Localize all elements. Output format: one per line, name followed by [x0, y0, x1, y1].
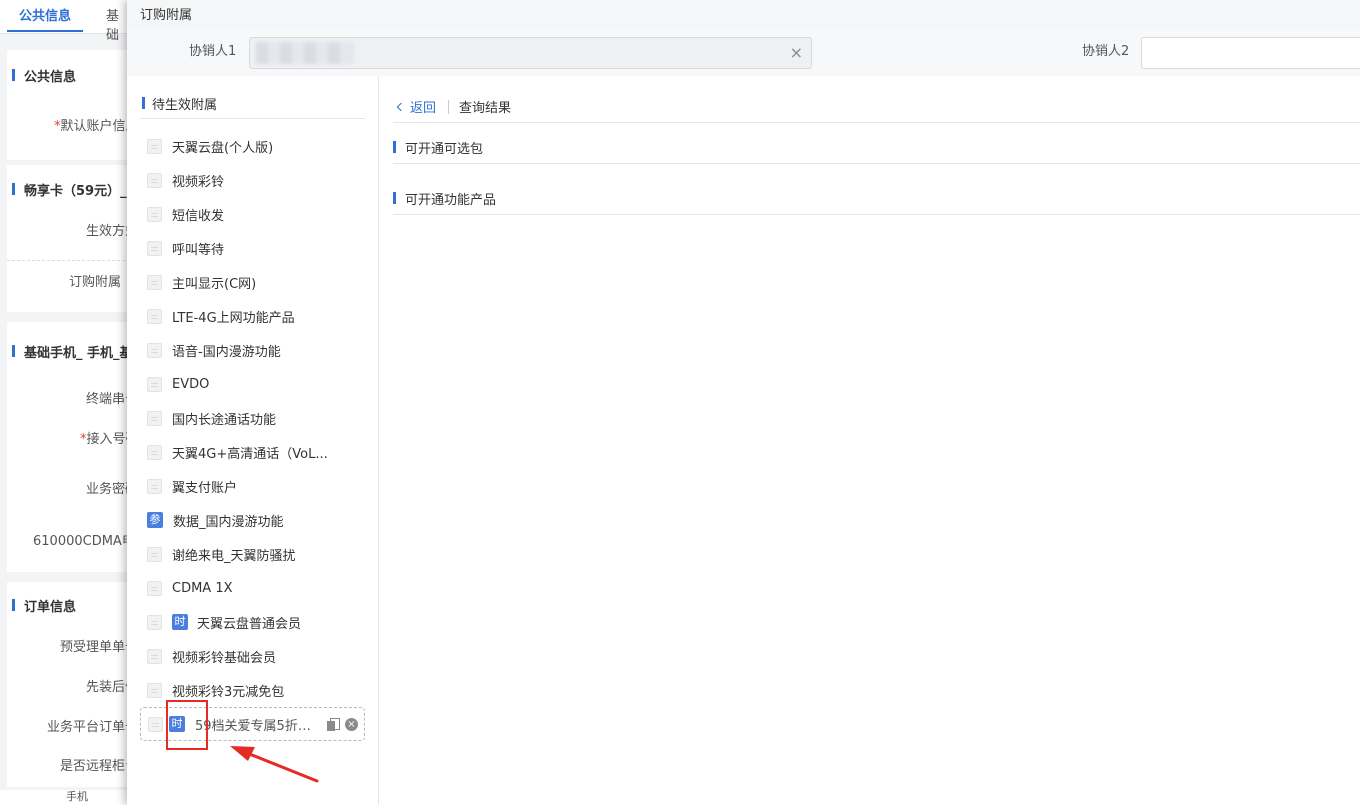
- bottom-bar: 手机: [0, 790, 130, 805]
- document-icon: [147, 614, 162, 630]
- background-tab-bar: 公共信息 基础: [0, 0, 130, 43]
- remove-icon[interactable]: ×: [345, 717, 358, 731]
- document-icon: [147, 172, 162, 188]
- query-results-panel: 返回 查询结果 可开通可选包 可开通功能产品: [380, 76, 1360, 805]
- document-icon: [147, 444, 162, 460]
- phone-title: 基础手机_ 手机_基: [12, 342, 133, 361]
- list-item[interactable]: 国内长途通话功能: [147, 406, 367, 430]
- document-icon: [147, 274, 162, 290]
- list-item[interactable]: EVDO: [147, 372, 367, 396]
- list-item[interactable]: 语音-国内漫游功能: [147, 338, 367, 362]
- pending-addon-title: 待生效附属: [141, 94, 217, 113]
- redacted-value: [256, 42, 353, 64]
- platform-order-label: 业务平台订单号: [47, 720, 139, 735]
- divider: [393, 122, 1360, 123]
- optional-package-section: 可开通可选包: [392, 138, 483, 157]
- divider: [393, 214, 1360, 215]
- document-icon: [147, 206, 162, 222]
- current-crumb: 查询结果: [459, 101, 512, 116]
- cosales-row: 协销人1 × 协销人2: [127, 28, 1360, 76]
- back-label: 返回: [410, 101, 437, 116]
- list-item[interactable]: 视频彩铃3元减免包: [147, 678, 367, 702]
- cosales2-label: 协销人2: [1082, 44, 1130, 59]
- list-item[interactable]: 参数据_国内漫游功能: [147, 508, 367, 532]
- breadcrumb: 返回 查询结果: [396, 97, 512, 116]
- document-icon: [147, 546, 162, 562]
- document-icon: [147, 648, 162, 664]
- order-addon-label: 订购附属: [69, 275, 122, 290]
- function-product-section: 可开通功能产品: [392, 189, 496, 208]
- dialog-header: 订购附属: [127, 0, 1360, 28]
- list-item[interactable]: LTE-4G上网功能产品: [147, 304, 367, 328]
- divider: [393, 163, 1360, 164]
- list-item[interactable]: 天翼云盘(个人版): [147, 134, 367, 158]
- cdma-product-label: 610000CDMA电: [33, 534, 135, 549]
- list-item[interactable]: 时天翼云盘普通会员: [147, 610, 367, 634]
- list-item[interactable]: 主叫显示(C网): [147, 270, 367, 294]
- document-icon: [147, 478, 162, 494]
- list-item[interactable]: 视频彩铃: [147, 168, 367, 192]
- document-icon: [147, 308, 162, 324]
- default-account-label: *默认账户信息: [54, 119, 139, 134]
- cosales1-field[interactable]: ×: [249, 37, 812, 69]
- divider: [140, 118, 365, 119]
- public-info-title: 公共信息: [12, 66, 76, 85]
- cosales2-field[interactable]: [1141, 37, 1360, 69]
- clear-icon[interactable]: ×: [790, 43, 803, 63]
- time-badge-icon: 时: [172, 614, 188, 630]
- tab-public-info[interactable]: 公共信息: [6, 5, 84, 32]
- cosales1-label: 协销人1: [189, 44, 237, 59]
- document-icon: [147, 682, 162, 698]
- pending-addon-panel: 待生效附属 天翼云盘(个人版) 视频彩铃 短信收发 呼叫等待 主叫显示(C网) …: [127, 76, 379, 805]
- list-item[interactable]: 谢绝来电_天翼防骚扰: [147, 542, 367, 566]
- annotation-arrow-icon: [230, 746, 319, 783]
- back-link[interactable]: 返回: [396, 97, 437, 116]
- list-item[interactable]: 短信收发: [147, 202, 367, 226]
- list-item[interactable]: 天翼4G+高清通话（VoL...: [147, 440, 367, 464]
- plan-title: 畅享卡（59元）_: [12, 180, 127, 199]
- list-item[interactable]: 翼支付账户: [147, 474, 367, 498]
- list-item[interactable]: 呼叫等待: [147, 236, 367, 260]
- bottom-text: 手机: [66, 790, 88, 803]
- order-addon-dialog: 订购附属 协销人1 × 协销人2 待生效附属 天翼云盘(个人版) 视频彩铃 短信…: [127, 0, 1360, 805]
- list-item[interactable]: 视频彩铃基础会员: [147, 644, 367, 668]
- order-info-title: 订单信息: [12, 596, 76, 615]
- document-icon: [147, 376, 162, 392]
- document-icon: [147, 410, 162, 426]
- dialog-title: 订购附属: [140, 8, 193, 23]
- divider: [7, 260, 130, 261]
- annotation-highlight-box: [166, 700, 208, 750]
- list-item[interactable]: CDMA 1X: [147, 576, 367, 600]
- document-icon: [147, 342, 162, 358]
- chevron-left-icon: [396, 102, 406, 111]
- document-icon: [148, 716, 163, 732]
- divider: [448, 99, 450, 114]
- document-icon: [147, 138, 162, 154]
- param-badge-icon: 参: [147, 512, 163, 528]
- document-icon: [147, 240, 162, 256]
- copy-icon[interactable]: [327, 717, 340, 731]
- document-icon: [147, 580, 162, 596]
